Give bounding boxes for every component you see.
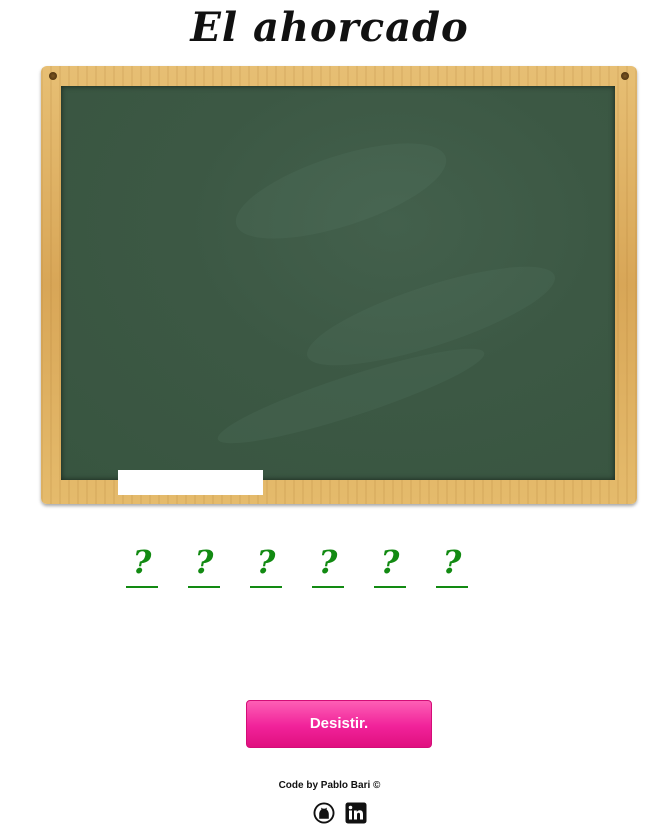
footer-credit: Code by Pablo Bari © bbox=[278, 780, 381, 791]
letter-slot: ? bbox=[312, 540, 344, 588]
nail-top-right bbox=[621, 72, 629, 80]
linkedin-icon[interactable] bbox=[345, 802, 367, 824]
letter-char: ? bbox=[380, 543, 400, 581]
letter-char: ? bbox=[194, 543, 214, 581]
page-title: El ahorcado bbox=[190, 4, 469, 51]
letter-char: ? bbox=[442, 543, 462, 581]
letter-slot: ? bbox=[250, 540, 282, 588]
hangman-placeholder bbox=[118, 470, 263, 495]
letter-slot: ? bbox=[374, 540, 406, 588]
letter-char: ? bbox=[318, 543, 338, 581]
chalkboard bbox=[41, 66, 637, 504]
give-up-button[interactable]: Desistir. bbox=[246, 700, 432, 748]
chalk-smudge bbox=[225, 123, 457, 259]
letter-slot: ? bbox=[188, 540, 220, 588]
letter-char: ? bbox=[132, 543, 152, 581]
word-letters: ? ? ? ? ? ? bbox=[126, 540, 498, 588]
chalkboard-surface bbox=[61, 86, 615, 495]
social-links bbox=[313, 802, 377, 824]
letter-slot: ? bbox=[126, 540, 158, 588]
nail-top-left bbox=[49, 72, 57, 80]
letter-slot: ? bbox=[436, 540, 468, 588]
letter-char: ? bbox=[256, 543, 276, 581]
github-icon[interactable] bbox=[313, 802, 335, 824]
